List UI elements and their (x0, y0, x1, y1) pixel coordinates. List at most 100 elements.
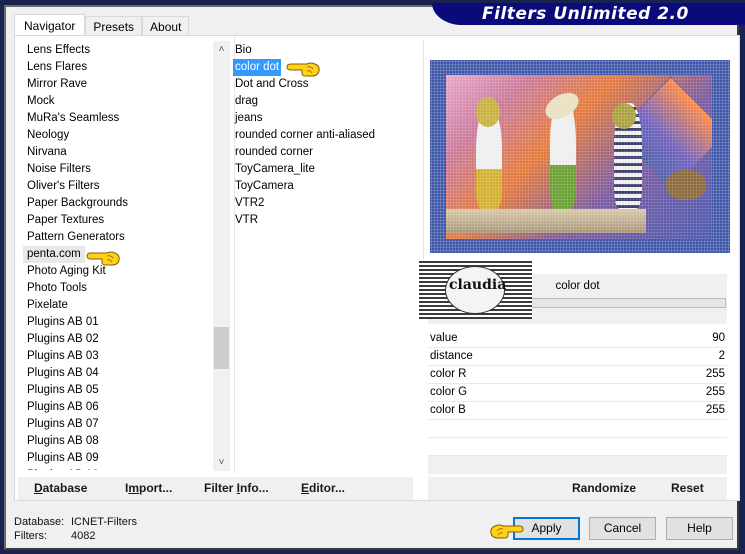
tab-presets[interactable]: Presets (85, 16, 143, 36)
category-item-label: Mirror Rave (27, 78, 88, 90)
scroll-thumb[interactable] (214, 327, 229, 369)
randomize-button[interactable]: Randomize (572, 477, 636, 500)
category-item[interactable]: Lens Flares (23, 59, 213, 76)
param-row-distance[interactable]: distance 2 (428, 348, 727, 366)
status-filters-value: 4082 (71, 530, 96, 542)
randomize-button-label: Randomize (572, 481, 637, 495)
category-item[interactable]: Noise Filters (23, 161, 213, 178)
artwork-figure (476, 109, 502, 209)
help-button[interactable]: Help (666, 517, 733, 540)
param-value: 255 (705, 368, 725, 380)
parameter-list: value 90 distance 2 color R 255 color G 255 colo… (428, 330, 727, 474)
filter-list[interactable]: Bio color dot Dot and Cross drag jeans rounde… (233, 42, 423, 229)
import-button[interactable]: Import... (125, 477, 172, 500)
category-item[interactable]: Paper Textures (23, 212, 213, 229)
category-item-label: Plugins AB 03 (27, 350, 99, 362)
filter-item[interactable]: VTR (233, 212, 423, 229)
param-value: 255 (705, 386, 725, 398)
category-scrollbar[interactable]: ˄ ˅ (213, 41, 230, 471)
chevron-up-icon[interactable]: ˄ (213, 41, 230, 58)
category-item-label: Neology (27, 129, 70, 141)
category-item[interactable]: Plugins AB 02 (23, 331, 213, 348)
filter-item[interactable]: Dot and Cross (233, 76, 423, 93)
reset-button-label: Reset (671, 481, 704, 495)
filter-item[interactable]: color dot (233, 59, 423, 76)
category-item[interactable]: Pattern Generators (23, 229, 213, 246)
preview-artwork (446, 75, 712, 239)
preview-image (430, 60, 730, 253)
category-item[interactable]: Plugins AB 07 (23, 416, 213, 433)
filter-item[interactable]: rounded corner (233, 144, 423, 161)
param-row-empty (428, 438, 727, 456)
filter-item[interactable]: rounded corner anti-aliased (233, 127, 423, 144)
filter-item[interactable]: VTR2 (233, 195, 423, 212)
category-item[interactable]: Plugins AB 09 (23, 450, 213, 467)
category-item[interactable]: Plugins AB 10 (23, 467, 213, 470)
category-item-label: Nirvana (27, 146, 67, 158)
chevron-down-icon[interactable]: ˅ (213, 454, 230, 471)
category-item[interactable]: Plugins AB 01 (23, 314, 213, 331)
category-item-label: Lens Effects (27, 44, 91, 56)
tab-about[interactable]: About (142, 16, 190, 36)
filter-item-label: ToyCamera (235, 180, 294, 192)
param-row-value[interactable]: value 90 (428, 330, 727, 348)
filter-item[interactable]: ToyCamera (233, 178, 423, 195)
tab-navigator[interactable]: Navigator (14, 14, 86, 36)
category-item[interactable]: MuRa's Seamless (23, 110, 213, 127)
param-value: 2 (718, 350, 725, 362)
status-filters: Filters: 4082 (14, 529, 137, 543)
category-item-label: MuRa's Seamless (27, 112, 120, 124)
category-item[interactable]: Pixelate (23, 297, 213, 314)
category-item[interactable]: Plugins AB 04 (23, 365, 213, 382)
filter-item[interactable]: ToyCamera_lite (233, 161, 423, 178)
category-item[interactable]: Plugins AB 08 (23, 433, 213, 450)
category-item[interactable]: Mock (23, 93, 213, 110)
filter-item[interactable]: jeans (233, 110, 423, 127)
param-row-color-g[interactable]: color G 255 (428, 384, 727, 402)
reset-button[interactable]: Reset (671, 477, 704, 500)
category-item-label: Photo Tools (27, 282, 87, 294)
filter-item[interactable]: Bio (233, 42, 423, 59)
category-list[interactable]: Lens Effects Lens Flares Mirror Rave Mock Mu… (23, 42, 213, 470)
filter-item-label: color dot (233, 59, 282, 76)
category-item[interactable]: Photo Aging Kit (23, 263, 213, 280)
category-item-label: Plugins AB 06 (27, 401, 99, 413)
filter-item[interactable]: drag (233, 93, 423, 110)
artwork-hat (540, 87, 584, 125)
category-item[interactable]: Oliver's Filters (23, 178, 213, 195)
category-item[interactable]: Plugins AB 03 (23, 348, 213, 365)
filter-info-button[interactable]: Filter Info... (204, 477, 269, 500)
database-button-label: Database (34, 481, 88, 495)
category-item[interactable]: Paper Backgrounds (23, 195, 213, 212)
category-item[interactable]: Photo Tools (23, 280, 213, 297)
preset-toolbar: Randomize Reset (428, 477, 727, 500)
category-item[interactable]: Plugins AB 06 (23, 399, 213, 416)
artwork-head (612, 103, 636, 129)
category-item-label: Paper Backgrounds (27, 197, 129, 209)
editor-button[interactable]: Editor... (301, 477, 345, 500)
category-item[interactable]: Lens Effects (23, 42, 213, 59)
category-item-label: Plugins AB 02 (27, 333, 99, 345)
filter-item-label: Dot and Cross (235, 78, 309, 90)
category-item-label: Mock (27, 95, 55, 107)
artwork-diamond (614, 76, 712, 190)
param-name: distance (430, 350, 473, 362)
param-row-color-r[interactable]: color R 255 (428, 366, 727, 384)
param-name: color R (430, 368, 467, 380)
filter-item-label: jeans (235, 112, 263, 124)
param-value: 255 (705, 404, 725, 416)
category-item[interactable]: Nirvana (23, 144, 213, 161)
param-row-color-b[interactable]: color B 255 (428, 402, 727, 420)
database-button[interactable]: Database (34, 477, 87, 500)
cancel-button[interactable]: Cancel (589, 517, 656, 540)
category-item[interactable]: Mirror Rave (23, 76, 213, 93)
tab-bar: Navigator Presets About (14, 14, 190, 36)
apply-button[interactable]: Apply (513, 517, 580, 540)
category-item[interactable]: penta.com (23, 246, 213, 263)
import-button-label: Import... (125, 481, 173, 495)
artwork-shelf (446, 209, 646, 233)
category-item[interactable]: Plugins AB 05 (23, 382, 213, 399)
param-row-empty (428, 420, 727, 438)
category-item-label: Noise Filters (27, 163, 91, 175)
category-item[interactable]: Neology (23, 127, 213, 144)
